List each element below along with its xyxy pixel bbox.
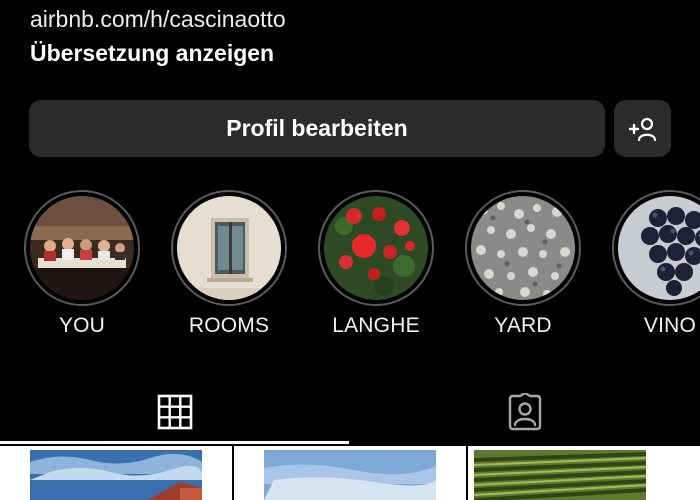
show-translation-link[interactable]: Übersetzung anzeigen xyxy=(30,40,274,67)
highlight-you[interactable]: YOU xyxy=(24,190,140,338)
profile-screen: airbnb.com/h/cascinaotto Übersetzung anz… xyxy=(0,0,700,500)
highlight-label: ROOMS xyxy=(188,314,270,337)
discover-people-button[interactable] xyxy=(614,100,671,157)
tab-tagged[interactable] xyxy=(350,380,700,444)
red-roses-photo-icon xyxy=(324,196,428,300)
bio-link[interactable]: airbnb.com/h/cascinaotto xyxy=(30,6,286,33)
edit-profile-button[interactable]: Profil bearbeiten xyxy=(29,100,605,157)
highlight-ring xyxy=(612,190,700,306)
highlight-langhe[interactable]: LANGHE xyxy=(318,190,434,338)
highlight-ring xyxy=(171,190,287,306)
grid-divider xyxy=(466,446,468,500)
villa-sky-photo-icon xyxy=(30,450,202,500)
add-person-icon xyxy=(628,117,656,141)
edit-profile-label: Profil bearbeiten xyxy=(226,115,408,141)
blue-sky-photo-icon xyxy=(264,450,436,500)
grid-icon xyxy=(157,394,193,430)
highlight-yard[interactable]: YARD xyxy=(465,190,581,338)
highlight-rooms[interactable]: ROOMS xyxy=(171,190,287,338)
highlight-vino[interactable]: VINO xyxy=(612,190,700,338)
grapes-photo-icon xyxy=(618,196,700,300)
grid-divider xyxy=(232,446,234,500)
post-thumbnail-2[interactable] xyxy=(264,450,436,500)
tagged-person-icon xyxy=(508,393,542,431)
post-thumbnail-3[interactable] xyxy=(474,450,646,500)
highlight-ring xyxy=(465,190,581,306)
highlight-label: VINO xyxy=(643,314,697,337)
vineyard-photo-icon xyxy=(474,450,646,500)
post-thumbnail-1[interactable] xyxy=(30,450,202,500)
highlight-label: LANGHE xyxy=(332,314,420,337)
highlight-ring xyxy=(318,190,434,306)
dinner-group-photo-icon xyxy=(30,196,134,300)
tab-posts-grid[interactable] xyxy=(0,380,350,444)
highlight-ring xyxy=(24,190,140,306)
highlight-label: YARD xyxy=(494,314,552,337)
window-photo-icon xyxy=(177,196,281,300)
highlight-label: YOU xyxy=(58,314,106,337)
gravel-photo-icon xyxy=(471,196,575,300)
active-tab-indicator xyxy=(0,441,349,444)
posts-grid xyxy=(0,446,700,500)
